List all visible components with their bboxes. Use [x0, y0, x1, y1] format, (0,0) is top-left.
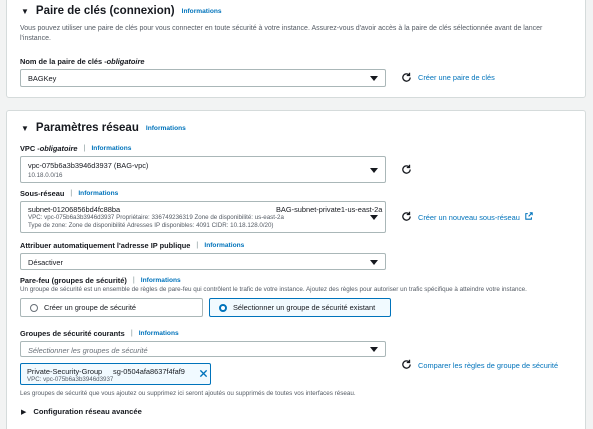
- public-ip-label-text: Attribuer automatiquement l'adresse IP p…: [20, 241, 191, 250]
- keypair-section-header[interactable]: ▼ Paire de clés (connexion) Informations: [21, 5, 222, 17]
- token-group-id: sg-0504afa8637f4faf9: [113, 367, 185, 376]
- required-tag: obligatoire: [106, 57, 145, 66]
- caret-down-icon[interactable]: ▼: [21, 124, 29, 133]
- token-group-vpc: VPC: vpc-075b6a3b3946d3937: [27, 376, 114, 383]
- network-section-title: Paramètres réseau: [35, 122, 139, 134]
- caret-down-icon: [370, 167, 378, 173]
- subnet-label-text: Sous-réseau: [20, 189, 65, 198]
- vpc-value: vpc-075b6a3b3946d3937 (BAG-vpc): [28, 161, 149, 170]
- firewall-info-link[interactable]: Informations: [141, 277, 181, 284]
- network-info-link[interactable]: Informations: [146, 125, 186, 132]
- security-groups-label: Groupes de sécurité courants | Informati…: [20, 329, 179, 338]
- firewall-label: Pare-feu (groupes de sécurité) | Informa…: [20, 276, 181, 285]
- create-keypair-link[interactable]: Créer une paire de clés: [418, 73, 495, 82]
- subnet-select[interactable]: subnet-01206856bd4fc88ba BAG-subnet-priv…: [20, 201, 386, 233]
- divider: |: [70, 190, 73, 197]
- radio-create-security-group[interactable]: Créer un groupe de sécurité: [20, 298, 203, 317]
- vpc-label-text: VPC -: [20, 144, 40, 153]
- keypair-info-link[interactable]: Informations: [182, 8, 222, 15]
- subnet-label: Sous-réseau | Informations: [20, 189, 118, 198]
- security-groups-placeholder: Sélectionner les groupes de sécurité: [28, 346, 148, 355]
- security-group-token: Private-Security-Group sg-0504afa8637f4f…: [20, 363, 211, 385]
- vpc-info-link[interactable]: Informations: [91, 145, 131, 152]
- network-section-header[interactable]: ▼ Paramètres réseau Informations: [21, 122, 186, 134]
- advanced-network-label: Configuration réseau avancée: [33, 407, 142, 416]
- radio-existing-label: Sélectionner un groupe de sécurité exist…: [233, 303, 376, 312]
- keypair-selected-value: BAGKey: [28, 74, 57, 83]
- divider: |: [130, 330, 133, 337]
- vpc-label: VPC - obligatoire | Informations: [20, 144, 131, 153]
- subnet-id: subnet-01206856bd4fc88ba: [28, 205, 121, 214]
- keypair-name-label: Nom de la paire de clés - obligatoire: [20, 57, 144, 66]
- radio-button-selected[interactable]: [219, 303, 227, 312]
- keypair-select[interactable]: BAGKey: [20, 69, 386, 87]
- firewall-description: Un groupe de sécurité est un ensemble de…: [20, 286, 527, 293]
- caret-down-icon[interactable]: ▼: [21, 7, 29, 16]
- keypair-name-label-text: Nom de la paire de clés -: [20, 57, 107, 66]
- radio-create-label: Créer un groupe de sécurité: [44, 303, 137, 312]
- security-groups-info-link[interactable]: Informations: [139, 330, 179, 337]
- create-subnet-link[interactable]: Créer un nouveau sous-réseau: [418, 212, 533, 222]
- radio-button[interactable]: [30, 303, 38, 312]
- advanced-network-toggle[interactable]: ▶ Configuration réseau avancée: [21, 407, 142, 416]
- firewall-label-text: Pare-feu (groupes de sécurité): [20, 276, 127, 285]
- divider: |: [83, 145, 86, 152]
- security-groups-label-text: Groupes de sécurité courants: [20, 329, 125, 338]
- public-ip-select[interactable]: Désactiver: [20, 253, 386, 270]
- public-ip-info-link[interactable]: Informations: [204, 242, 244, 249]
- keypair-section-title: Paire de clés (connexion): [35, 5, 175, 17]
- token-group-name: Private-Security-Group: [27, 367, 103, 376]
- caret-down-icon: [370, 76, 378, 81]
- create-subnet-link-text: Créer un nouveau sous-réseau: [418, 213, 520, 222]
- refresh-icon[interactable]: [401, 72, 412, 83]
- refresh-icon[interactable]: [401, 359, 412, 370]
- network-panel: ▼ Paramètres réseau Informations VPC - o…: [6, 110, 586, 429]
- caret-down-icon: [370, 259, 378, 265]
- refresh-icon[interactable]: [401, 164, 412, 175]
- external-link-icon: [525, 212, 533, 220]
- subnet-info-link[interactable]: Informations: [78, 190, 118, 197]
- keypair-panel: ▼ Paire de clés (connexion) Informations…: [6, 0, 586, 98]
- subnet-details-line1: VPC: vpc-075b6a3b3946d3937 Propriétaire:…: [28, 214, 284, 221]
- security-groups-note: Les groupes de sécurité que vous ajoutez…: [20, 390, 356, 397]
- subnet-details-line2: Type de zone: Zone de disponibilité Adre…: [28, 222, 274, 229]
- caret-down-icon: [370, 215, 378, 220]
- divider: |: [196, 242, 199, 249]
- refresh-icon[interactable]: [401, 211, 412, 222]
- vpc-select[interactable]: vpc-075b6a3b3946d3937 (BAG-vpc) 10.18.0.…: [20, 156, 386, 183]
- keypair-description: Vous pouvez utiliser une paire de clés p…: [20, 25, 543, 42]
- security-groups-select[interactable]: Sélectionner les groupes de sécurité: [20, 341, 386, 357]
- close-icon[interactable]: [199, 369, 208, 378]
- divider: |: [132, 277, 135, 284]
- radio-select-existing-group[interactable]: Sélectionner un groupe de sécurité exist…: [209, 298, 391, 317]
- subnet-name: BAG-subnet-private1-us-east-2a: [276, 205, 383, 214]
- caret-right-icon[interactable]: ▶: [21, 408, 26, 416]
- required-tag: obligatoire: [39, 144, 78, 153]
- caret-down-icon: [370, 347, 378, 352]
- public-ip-label: Attribuer automatiquement l'adresse IP p…: [20, 241, 244, 250]
- public-ip-value: Désactiver: [28, 258, 63, 267]
- vpc-cidr: 10.18.0.0/16: [28, 172, 63, 179]
- compare-rules-link[interactable]: Comparer les règles de groupe de sécurit…: [418, 361, 558, 370]
